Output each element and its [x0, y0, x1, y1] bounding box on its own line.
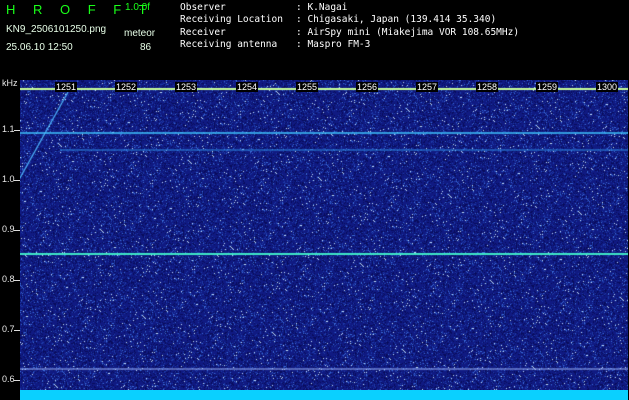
datetime-label: 25.06.10 12:50 [6, 42, 73, 53]
minute-label: 1251 [55, 82, 78, 92]
info-row-observer: Observer : K.Nagai [180, 2, 519, 14]
info-key: Observer [180, 2, 226, 13]
info-value: : Maspro FM-3 [296, 39, 371, 51]
tick-label: 1.0 [2, 174, 15, 184]
tick-label: 0.7 [2, 324, 15, 334]
info-value: : AirSpy mini (Miakejima VOR 108.65MHz) [296, 26, 520, 38]
waterfall-spectrogram [20, 80, 628, 390]
power-strip [20, 390, 628, 400]
minute-label: 1255 [296, 82, 319, 92]
frequency-axis: kHz 1.1 1.0 0.9 0.8 0.7 0.6 [0, 78, 20, 400]
info-row-receiver: Receiver : AirSpy mini (Miakejima VOR 10… [180, 27, 519, 39]
minute-label: 1258 [476, 82, 499, 92]
info-key: Receiving Location [180, 14, 283, 26]
info-key: Receiver [180, 26, 226, 38]
tick-label: 0.6 [2, 374, 15, 384]
minute-label: 1259 [536, 82, 559, 92]
version-label: 1.0.0f [125, 2, 151, 13]
station-info: Observer : K.Nagai Receiving Location : … [180, 2, 519, 52]
tick-label: 1.1 [2, 124, 15, 134]
minute-label: 1256 [356, 82, 379, 92]
axis-unit: kHz [2, 78, 18, 88]
filename-label: KN9_2506101250.png [6, 24, 107, 35]
header-panel: H R O F F T 1.0.0f KN9_2506101250.png me… [0, 0, 629, 78]
info-row-antenna: Receiving antenna : Maspro FM-3 [180, 39, 519, 51]
tick-label: 0.8 [2, 274, 15, 284]
meteor-count: 86 [140, 42, 152, 53]
minute-label: 1254 [236, 82, 259, 92]
tick-label: 0.9 [2, 224, 15, 234]
minute-label: 1257 [416, 82, 439, 92]
minute-label: 1253 [175, 82, 198, 92]
info-value: : K.Nagai [296, 2, 348, 13]
info-key: Receiving antenna [180, 39, 278, 51]
minute-label: 1252 [115, 82, 138, 92]
info-value: : Chigasaki, Japan (139.414 35.340) [296, 14, 497, 26]
meteor-label: meteor [124, 28, 156, 39]
info-row-location: Receiving Location : Chigasaki, Japan (1… [180, 14, 519, 26]
minute-label: 1300 [596, 82, 619, 92]
noise-field [20, 80, 628, 390]
